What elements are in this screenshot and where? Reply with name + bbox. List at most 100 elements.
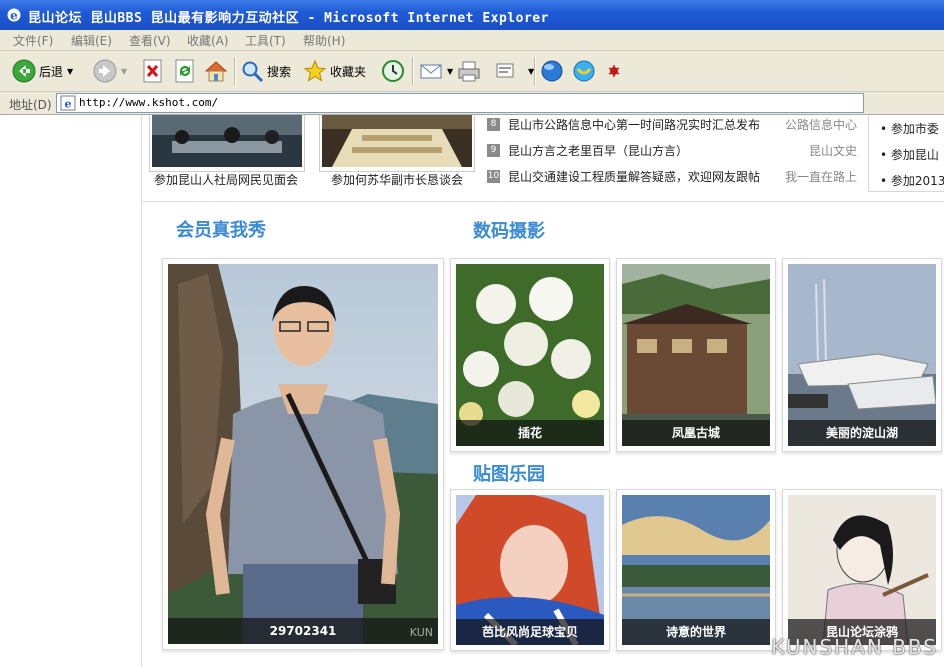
top-thumb-caption-2[interactable]: 参加何苏华副市长恳谈会 [331,171,463,188]
stop-button[interactable] [142,57,164,85]
chat-bubble-icon [573,60,595,82]
forward-arrow-icon [93,59,117,83]
sticker-photo-card[interactable]: 诗意的世界 [616,489,776,651]
mail-icon [420,64,442,79]
news-item[interactable]: 10 昆山交通建设工程质量解答疑惑，欢迎网友跟帖 我一直在路上 [487,167,857,187]
back-button[interactable]: 后退 ▼ [12,57,73,85]
star-icon [303,59,327,82]
digital-photo-caption[interactable]: 美丽的淀山湖 [788,420,936,446]
window-title: 昆山论坛 昆山BBS 昆山最有影响力互动社区 - Microsoft Inter… [28,11,549,26]
news-number: 8 [487,118,500,131]
news-item[interactable]: 8 昆山市公路信息中心第一时间路况实时汇总发布 公路信息中心 [487,115,857,135]
favorites-label: 收藏夹 [330,64,367,79]
lake-yacht-photo [788,264,936,446]
news-title[interactable]: 昆山方言之老里百早（昆山方言） [508,142,688,159]
toolbar-separator [534,57,536,85]
ancient-town-photo [622,264,770,446]
menu-help[interactable]: 帮助(H) [303,32,345,49]
home-icon [204,61,228,82]
meeting-photo-1 [152,115,302,167]
menu-file[interactable]: 文件(F) [13,32,53,49]
qq-button[interactable] [571,57,597,85]
menu-tools[interactable]: 工具(T) [245,32,286,49]
forward-button[interactable]: ▼ [93,57,127,85]
printer-icon [458,61,480,82]
stop-icon [143,59,162,83]
right-list-item[interactable]: • 参加2013 [880,172,944,189]
photo-watermark-text: KUN [409,626,433,639]
page-ie-icon: e [60,95,76,111]
title-bar: e 昆山论坛 昆山BBS 昆山最有影响力互动社区 - Microsoft Int… [0,0,944,30]
url-input[interactable] [79,95,849,110]
toolbar: 后退 ▼ ▼ 搜索 收藏夹 ▼ ▼ [0,51,944,92]
favorites-button[interactable]: 收藏夹 [303,57,366,85]
right-list-item[interactable]: • 参加市委 [880,120,939,137]
top-thumb-caption-1[interactable]: 参加昆山人社局网民见面会 [154,171,298,188]
refresh-button[interactable] [174,57,196,85]
search-icon [242,61,264,83]
address-box[interactable]: e [56,93,864,113]
right-list-text: 参加市委 [890,122,939,136]
home-button[interactable] [203,57,229,85]
sticker-photo-caption[interactable]: 芭比风尚足球宝贝 [456,619,604,645]
section-title-digital[interactable]: 数码摄影 [473,217,545,243]
refresh-icon [175,59,194,83]
toolbar-separator [234,57,236,85]
sticker-photo-card[interactable]: 芭比风尚足球宝贝 [450,489,610,651]
menu-bar: 文件(F) 编辑(E) 查看(V) 收藏(A) 工具(T) 帮助(H) [0,30,944,51]
menu-edit[interactable]: 编辑(E) [71,32,112,49]
search-button[interactable]: 搜索 [240,57,291,85]
news-title[interactable]: 昆山交通建设工程质量解答疑惑，欢迎网友跟帖 [508,168,760,185]
back-label: 后退 [39,64,64,79]
forward-dropdown-icon[interactable]: ▼ [121,67,127,76]
meeting-photo-2 [322,115,472,167]
svg-text:e: e [65,98,72,111]
member-photo-caption[interactable]: 29702341 [168,618,438,644]
history-button[interactable] [380,57,406,85]
top-thumb-2[interactable] [319,115,475,172]
left-pane [0,115,142,667]
svg-text:e: e [10,9,18,23]
print-button[interactable] [456,57,482,85]
blue-globe-icon [541,60,563,82]
sticker-photo-card[interactable]: 昆山论坛涂鸦 [782,489,942,651]
sticker-photo-caption[interactable]: 诗意的世界 [622,619,770,645]
flowers-photo [456,264,604,446]
search-label: 搜索 [267,64,292,79]
right-list-item[interactable]: • 参加昆山 [880,146,939,163]
address-bar: 地址(D) e [0,92,944,115]
digital-photo-card[interactable]: 凤凰古城 [616,258,776,452]
research-button[interactable] [606,57,622,85]
news-title[interactable]: 昆山市公路信息中心第一时间路况实时汇总发布 [508,116,760,133]
section-title-stickers[interactable]: 贴图乐园 [473,460,545,486]
news-source[interactable]: 公路信息中心 [785,116,857,133]
back-arrow-icon [12,59,36,83]
news-number: 9 [487,144,500,157]
right-list-text: 参加2013 [890,174,944,188]
news-item[interactable]: 9 昆山方言之老里百早（昆山方言） 昆山文史 [487,141,857,161]
page-content: 参加昆山人社局网民见面会 参加何苏华副市长恳谈会 8 昆山市公路信息中心第一时间… [142,115,944,667]
toolbar-separator [412,57,414,85]
digital-photo-card[interactable]: 插花 [450,258,610,452]
digital-photo-caption[interactable]: 凤凰古城 [622,420,770,446]
news-source[interactable]: 昆山文史 [809,142,857,159]
messenger-button[interactable] [539,57,565,85]
back-dropdown-icon[interactable]: ▼ [67,67,73,76]
digital-photo-card[interactable]: 美丽的淀山湖 [782,258,942,452]
member-photo-card[interactable]: 29702341 KUN [162,258,444,650]
history-clock-icon [382,60,404,82]
digital-photo-caption[interactable]: 插花 [456,420,604,446]
address-label: 地址(D) [9,98,52,112]
edit-page-icon [496,63,514,78]
edit-button[interactable]: ▼ [494,57,534,85]
ie-logo-icon: e [7,8,21,23]
mail-dropdown-icon[interactable]: ▼ [447,67,453,76]
right-list-text: 参加昆山 [890,148,939,162]
news-source[interactable]: 我一直在路上 [785,168,857,185]
top-thumb-1[interactable] [149,115,305,172]
red-bug-icon [608,65,620,77]
menu-favorites[interactable]: 收藏(A) [187,32,229,49]
menu-view[interactable]: 查看(V) [129,32,171,49]
section-title-members[interactable]: 会员真我秀 [176,216,266,242]
mail-button[interactable]: ▼ [419,57,453,85]
